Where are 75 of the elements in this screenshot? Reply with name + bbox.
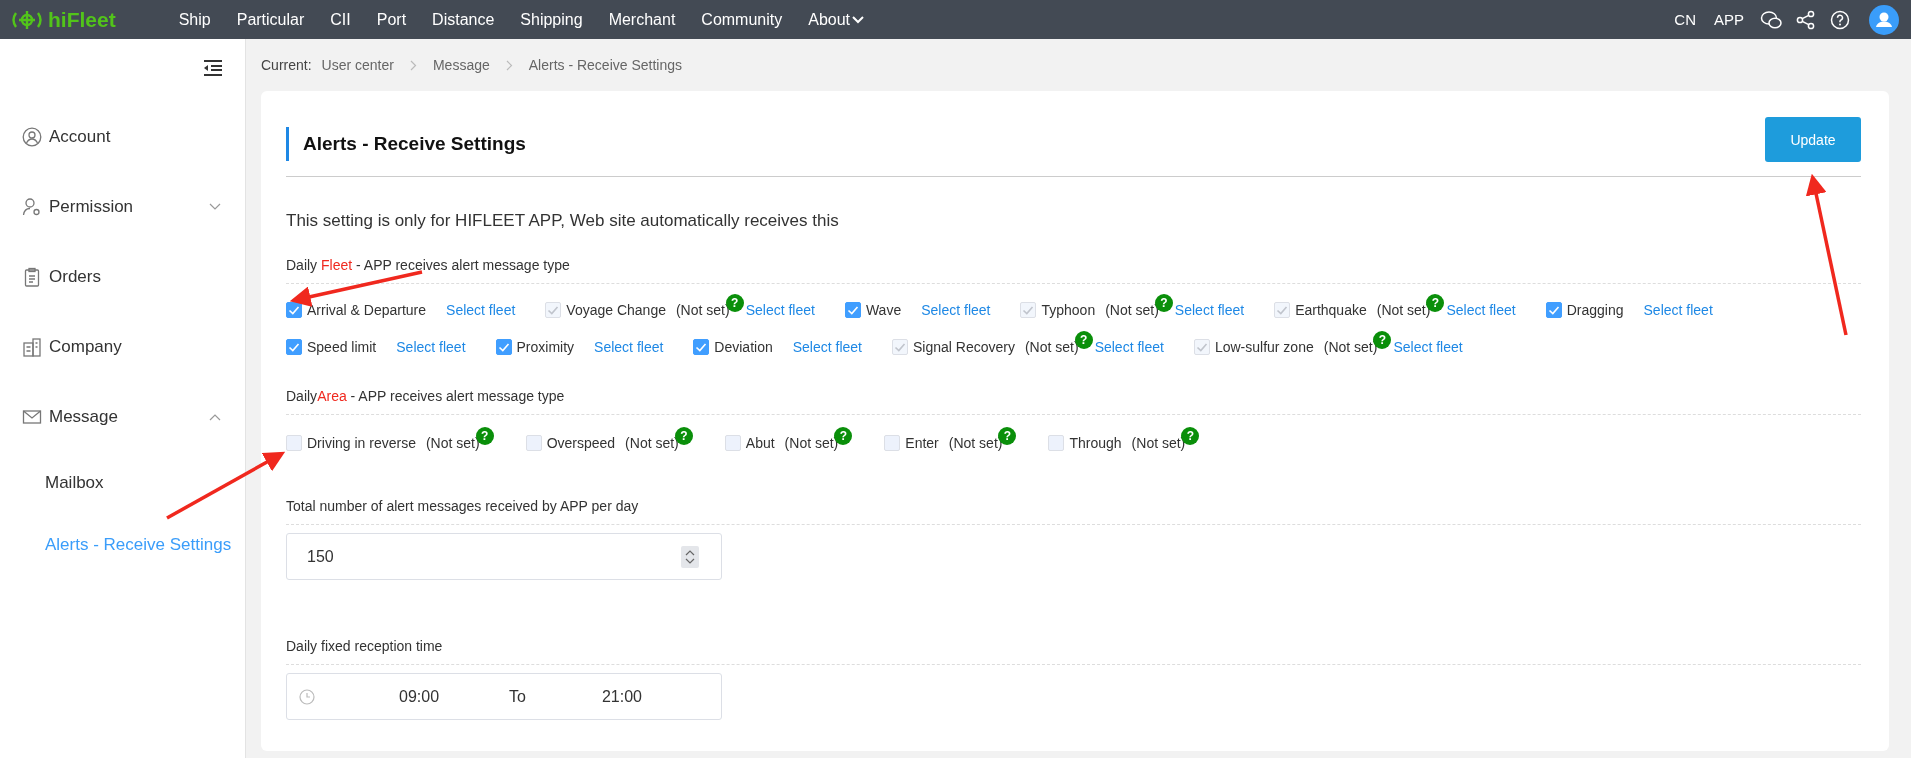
chevron-right-icon <box>409 59 417 71</box>
logo-icon <box>10 8 44 31</box>
option-label: Arrival & Departure <box>307 302 427 318</box>
option-label: Earthquake <box>1295 302 1367 318</box>
select-fleet-link[interactable]: Select fleet <box>921 302 991 318</box>
option-label: Through <box>1069 434 1122 451</box>
avatar-icon[interactable] <box>1869 4 1899 35</box>
sidebar-subitem[interactable]: Mailbox <box>0 452 245 514</box>
nav-link[interactable]: Community <box>701 10 783 29</box>
option-label: Signal Recovery <box>913 339 1015 355</box>
logo-text[interactable]: hiFleet <box>48 7 116 32</box>
section-heading: Daily Fleet - APP receives alert message type <box>286 257 1861 284</box>
option-label: Typhoon <box>1041 302 1096 318</box>
user-settings-icon <box>22 197 42 217</box>
option-label: Speed limit <box>307 339 377 355</box>
nav-link[interactable]: CN <box>1674 11 1696 28</box>
option-label: Abut <box>745 434 775 451</box>
checkbox[interactable] <box>693 339 710 355</box>
chevron-right-icon <box>505 59 513 71</box>
select-fleet-link[interactable]: Select fleet <box>446 302 516 318</box>
select-fleet-link[interactable]: Select fleet <box>1643 302 1713 318</box>
breadcrumb-link[interactable]: Message <box>432 57 490 73</box>
number-input-field[interactable]: 150 <box>286 533 722 580</box>
section-heading: DailyArea - APP receives alert message type <box>286 388 1861 415</box>
field-label: Total number of alert messages received by APP per day <box>286 498 1861 525</box>
share-icon[interactable] <box>1796 9 1816 30</box>
sidebar-item[interactable]: Orders <box>0 242 245 312</box>
help-icon[interactable] <box>1830 9 1850 30</box>
checkbox[interactable] <box>1545 302 1562 318</box>
option-label: Deviation <box>714 339 773 355</box>
option-label: Driving in reverse <box>307 434 416 451</box>
sidebar-item[interactable]: Permission <box>0 172 245 242</box>
checkbox[interactable] <box>286 302 302 318</box>
option-label: Low-sulfur zone <box>1214 339 1314 355</box>
option-label: Voyage Change <box>566 302 666 318</box>
option-label: Wave <box>865 302 902 318</box>
checkbox[interactable] <box>844 302 861 318</box>
option-label: Overspeed <box>546 434 616 451</box>
user-icon <box>22 127 42 147</box>
time-range-field[interactable]: 09:00 To 21:00 <box>286 673 722 720</box>
option-label: Dragging <box>1566 302 1624 318</box>
mail-icon <box>22 407 42 427</box>
nav-link[interactable]: Shipping <box>520 10 583 29</box>
checkbox[interactable] <box>495 339 512 355</box>
update-button[interactable]: Update <box>1765 117 1861 162</box>
select-fleet-link[interactable]: Select fleet <box>792 339 862 355</box>
field-label: Daily fixed reception time <box>286 638 1861 665</box>
clock-icon <box>299 688 315 705</box>
breadcrumb-label: Current: <box>261 57 312 73</box>
nav-link[interactable]: Particular <box>236 10 305 29</box>
building-icon <box>22 337 42 357</box>
breadcrumb-link[interactable]: Alerts - Receive Settings <box>528 57 683 73</box>
breadcrumb-link[interactable]: User center <box>321 57 394 73</box>
page-title: Alerts - Receive Settings <box>286 126 526 161</box>
clipboard-icon <box>22 267 42 287</box>
select-fleet-link[interactable]: Select fleet <box>396 339 466 355</box>
nav-link[interactable]: Merchant <box>608 10 676 29</box>
spinner-icon[interactable] <box>681 545 699 568</box>
nav-link[interactable]: Ship <box>178 10 211 29</box>
option-label: Proximity <box>516 339 575 355</box>
sidebar-item[interactable]: Company <box>0 312 245 382</box>
nav-link[interactable]: CII <box>330 10 351 29</box>
nav-link[interactable]: APP <box>1714 11 1744 28</box>
select-fleet-link[interactable]: Select fleet <box>594 339 664 355</box>
nav-link[interactable]: Port <box>376 10 407 29</box>
sidebar-item[interactable]: Message <box>0 382 245 452</box>
checkbox[interactable] <box>286 339 302 355</box>
collapse-menu-icon[interactable] <box>203 60 223 76</box>
nav-link[interactable]: About <box>808 10 865 29</box>
chat-icon[interactable] <box>1760 9 1782 30</box>
option-label: Enter <box>905 434 939 451</box>
sidebar-subitem[interactable]: Alerts - Receive Settings <box>0 514 245 576</box>
nav-link[interactable]: Distance <box>432 10 495 29</box>
sidebar-item[interactable]: Account <box>0 102 245 172</box>
notice-text: This setting is only for HIFLEET APP, Web site automatically receives this <box>286 211 840 231</box>
